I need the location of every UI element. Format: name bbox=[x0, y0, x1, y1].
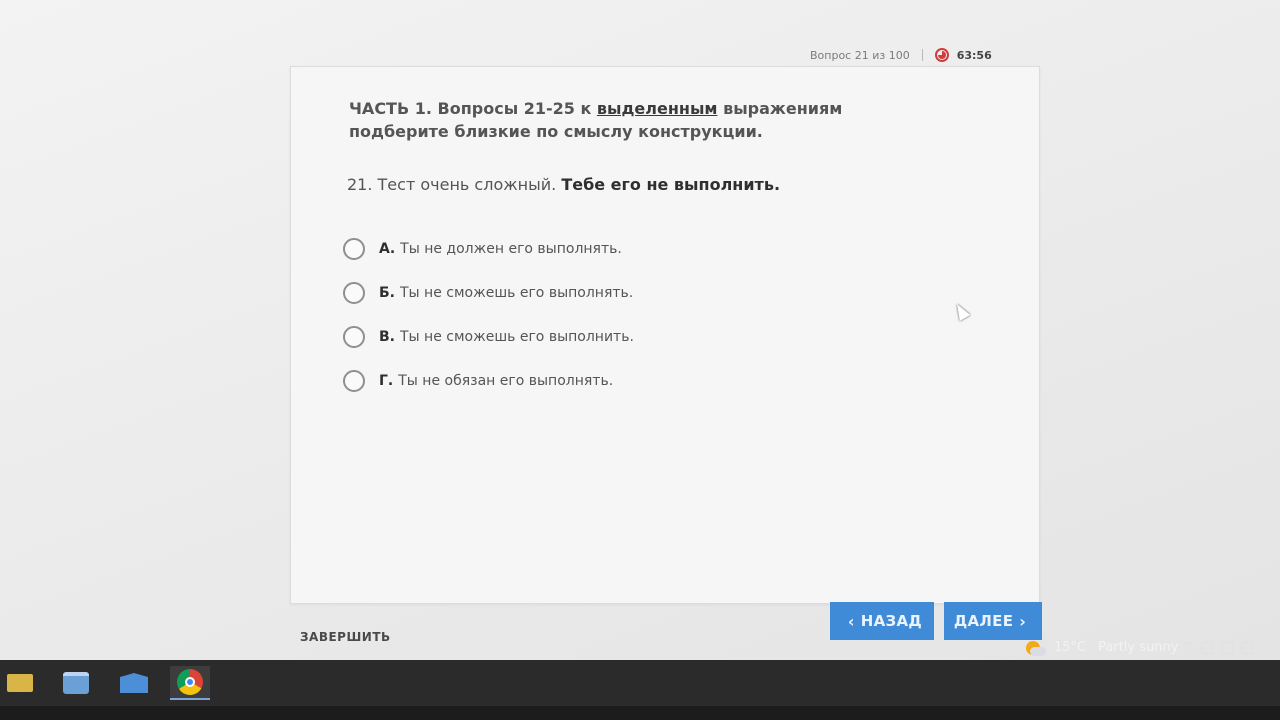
option-letter: В. bbox=[379, 329, 395, 345]
status-divider bbox=[921, 49, 923, 61]
next-button[interactable]: ДАЛЕЕ › bbox=[944, 602, 1042, 640]
weather-widget[interactable]: 15°C Partly sunny bbox=[1024, 640, 1179, 656]
files-icon[interactable] bbox=[0, 666, 40, 700]
radio-button[interactable] bbox=[343, 370, 365, 392]
question-prefix: 21. Тест очень сложный. bbox=[347, 175, 562, 194]
screen: Вопрос 21 из 100 63:56 ЧАСТЬ 1. Вопросы … bbox=[0, 0, 1280, 660]
option-letter: Г. bbox=[379, 373, 394, 389]
option-text: Ты не сможешь его выполнить. bbox=[400, 329, 634, 345]
weather-temperature: 15°C bbox=[1054, 640, 1087, 655]
option-text: Ты не должен его выполнять. bbox=[400, 241, 622, 257]
weather-description: Partly sunny bbox=[1098, 640, 1179, 655]
chevron-left-icon: ‹ bbox=[847, 611, 855, 631]
option-b[interactable]: Б. Ты не сможешь его выполнять. bbox=[343, 271, 634, 315]
option-letter: А. bbox=[379, 241, 396, 257]
back-button-label: НАЗАД bbox=[860, 612, 923, 630]
answer-options: А. Ты не должен его выполнять. Б. Ты не … bbox=[343, 227, 634, 403]
option-text: Ты не обязан его выполнять. bbox=[398, 373, 614, 389]
timer-icon bbox=[934, 48, 949, 62]
instruction-text: ЧАСТЬ 1. Вопросы 21-25 к выделенным выра… bbox=[349, 97, 919, 143]
instruction-underlined-word: выделенным bbox=[596, 99, 718, 118]
question-counter: Вопрос 21 из 100 bbox=[810, 48, 910, 62]
question-text: 21. Тест очень сложный. Тебе его не выпо… bbox=[347, 175, 780, 194]
tray-app-icon[interactable] bbox=[1200, 641, 1213, 654]
tray-expand-chevron-icon[interactable]: ^ bbox=[1182, 640, 1193, 655]
partly-sunny-icon bbox=[1024, 640, 1046, 656]
radio-button[interactable] bbox=[343, 282, 365, 304]
system-tray: ^ bbox=[1182, 640, 1253, 655]
mail-icon[interactable] bbox=[114, 666, 154, 700]
chevron-right-icon: › bbox=[1019, 611, 1027, 631]
question-highlighted-phrase: Тебе его не выполнить. bbox=[561, 175, 781, 194]
radio-button[interactable] bbox=[343, 238, 365, 260]
store-icon[interactable] bbox=[56, 666, 96, 700]
monitor-bezel bbox=[0, 706, 1280, 720]
back-button[interactable]: ‹ НАЗАД bbox=[830, 602, 934, 640]
finish-button[interactable]: ЗАВЕРШИТЬ bbox=[300, 630, 391, 644]
question-card: ЧАСТЬ 1. Вопросы 21-25 к выделенным выра… bbox=[290, 66, 1040, 604]
option-letter: Б. bbox=[379, 285, 395, 301]
radio-button[interactable] bbox=[343, 326, 365, 348]
tray-display-icon[interactable] bbox=[1240, 641, 1253, 654]
status-bar: Вопрос 21 из 100 63:56 bbox=[810, 48, 992, 62]
next-button-label: ДАЛЕЕ bbox=[953, 612, 1014, 630]
taskbar bbox=[0, 660, 1280, 706]
chrome-icon[interactable] bbox=[170, 666, 210, 700]
instruction-part-1: ЧАСТЬ 1. Вопросы 21-25 к bbox=[349, 99, 597, 118]
option-g[interactable]: Г. Ты не обязан его выполнять. bbox=[343, 359, 634, 403]
option-v[interactable]: В. Ты не сможешь его выполнить. bbox=[343, 315, 634, 359]
timer-value: 63:56 bbox=[956, 48, 992, 62]
option-text: Ты не сможешь его выполнять. bbox=[400, 285, 634, 301]
tray-network-icon[interactable] bbox=[1220, 641, 1233, 654]
option-a[interactable]: А. Ты не должен его выполнять. bbox=[343, 227, 634, 271]
